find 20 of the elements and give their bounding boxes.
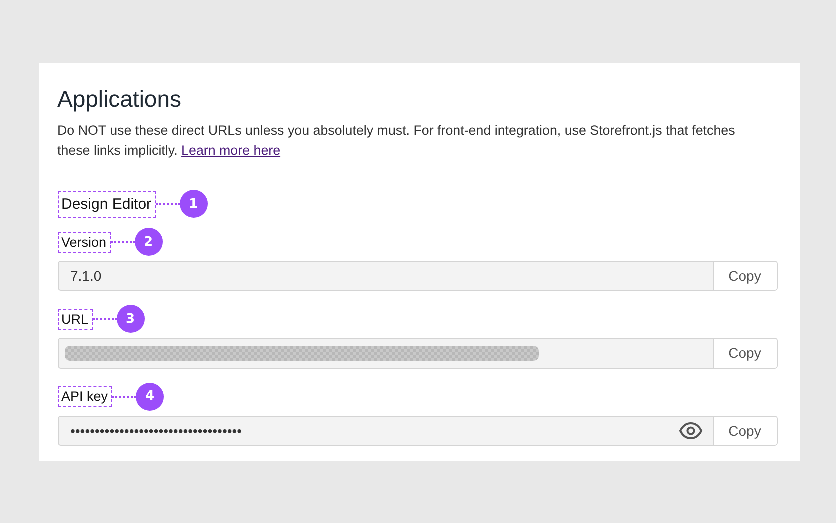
number-badge: 3 [116,305,145,334]
page-title: Applications [58,85,183,114]
copy-button[interactable]: Copy [712,416,776,445]
field-value: 7.1.0 [70,267,103,286]
number-badge: 2 [134,228,163,256]
number-badge: 4 [136,382,164,411]
input-field[interactable]: ••••••••••••••••••••••••••••••••••• Copy [58,416,778,446]
copy-button[interactable]: Copy [712,339,776,368]
eye-icon[interactable] [678,422,702,440]
input-field[interactable]: 7.1.0 Copy [58,261,778,292]
copy-button[interactable]: Copy [712,262,776,290]
description: Do NOT use these direct URLs unless you absolutely must. For front-end integration, use Storefront.js that fetches these links implicitly. Learn more here [58,122,736,160]
masked-value: ••••••••••••••••••••••••••••••••••• [70,422,244,441]
learn-more-link[interactable]: Learn more here [182,143,281,158]
field-label: Version [58,232,111,252]
input-field[interactable]: Copy [58,338,778,369]
section-title: Design Editor [58,190,156,218]
number-badge: 1 [180,190,208,218]
field-label: URL [58,308,93,330]
field-label: API key [58,386,112,408]
